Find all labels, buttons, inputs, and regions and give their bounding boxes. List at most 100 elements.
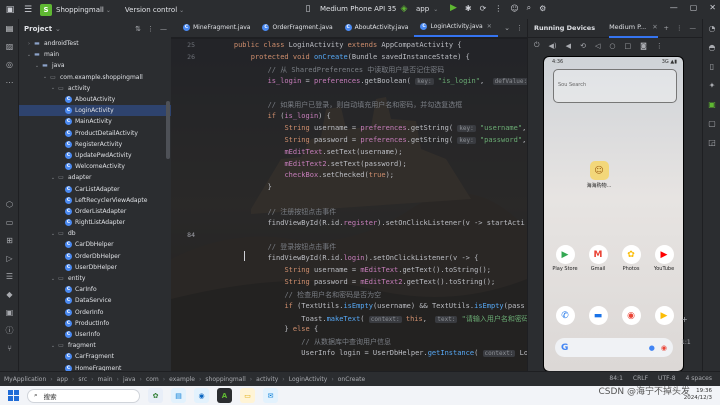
tree-item[interactable]: C DataService [19,295,171,306]
breadcrumb-item[interactable]: app [57,376,68,383]
microphone-icon[interactable]: ● [649,344,655,352]
project-name[interactable]: Shoppingmall ⌄ [56,6,111,14]
home-icon[interactable]: ○ [609,42,615,50]
tree-item[interactable]: C OrderListAdapter [19,206,171,217]
project-scrollbar[interactable] [166,101,170,159]
power-icon[interactable]: ⏻ [534,41,540,50]
logcat-icon[interactable]: ☰ [0,267,19,285]
overview-icon[interactable]: □ [624,42,631,50]
project-view-icon[interactable]: ▤ [0,19,19,37]
tree-item[interactable]: C CarListAdapter [19,183,171,194]
tree-item[interactable]: ⌄ ▭ com.example.shoppingmall [19,72,171,83]
app-messages[interactable]: ▬ [581,306,615,325]
taskbar-app-mail[interactable]: ✉ [263,388,278,403]
phone-screen[interactable]: 4:36 3G ▲▮ Sou Search ☺ 海海购物... ▶ Play St… [544,57,683,371]
gemini-icon[interactable]: ✦ [703,76,720,95]
tree-item[interactable]: ⌄ ▭ entity [19,273,171,284]
breadcrumb-item[interactable]: example [169,376,195,383]
cursor-position[interactable]: 84:1 [609,375,622,382]
taskbar-app-android-studio[interactable]: A [217,388,232,403]
rotate-icon[interactable]: ⟲ [580,42,586,50]
debug-icon[interactable]: ✱ [465,4,472,13]
google-search-bar[interactable]: G ● ◉ [555,338,673,357]
tree-item[interactable]: C CarFragment [19,351,171,362]
main-menu-icon[interactable]: ☰ [22,4,34,16]
device-explorer-icon[interactable]: ▭ [0,213,19,231]
zoom-in-icon[interactable]: + [681,315,688,324]
app-phone[interactable]: ✆ [548,306,582,325]
running-devices-icon[interactable]: ▣ [703,95,720,114]
expand-arrow-icon[interactable]: ⌄ [49,276,57,282]
add-device-icon[interactable]: + [664,24,669,32]
indent-setting[interactable]: 4 spaces [686,375,712,382]
clock[interactable]: 19:36 2024/12/3 [684,388,712,402]
lens-icon[interactable]: ◉ [661,344,667,352]
taskbar-search[interactable]: ⌕ 搜索 [27,388,140,403]
device-mirroring-icon[interactable]: ◲ [703,133,720,152]
app-quality-icon[interactable]: ◆ [0,285,19,303]
emulator-phone[interactable]: 4:36 3G ▲▮ Sou Search ☺ 海海购物... ▶ Play St… [543,56,684,372]
panel-options-icon[interactable]: ⋮ [147,25,154,33]
tree-item[interactable]: ⌄ ▭ activity [19,83,171,94]
tree-item[interactable]: C UpdatePwdActivity [19,150,171,161]
emulator-icon[interactable]: ▢ [703,114,720,133]
tree-item[interactable]: C MainActivity [19,116,171,127]
expand-arrow-icon[interactable]: ⌄ [41,74,49,80]
tree-item[interactable]: › ▬ androidTest [19,38,171,49]
layout-inspector-icon[interactable]: ⊞ [0,231,19,249]
expand-arrow-icon[interactable]: ⌄ [49,343,57,349]
tree-item[interactable]: ⌄ ▭ adapter [19,172,171,183]
resource-manager-icon[interactable]: ▨ [0,37,19,55]
back-icon[interactable]: ◁ [595,42,600,50]
app-gmail[interactable]: M Gmail [581,245,615,272]
tree-item[interactable]: C ProductInfo [19,318,171,329]
breadcrumb-item[interactable]: main [98,376,113,383]
device-selector[interactable]: ▯ Medium Phone API 35 ⌄ [302,3,408,15]
panel-options-icon[interactable]: ⋮ [676,24,683,32]
settings-icon[interactable]: ⚙ [539,4,546,13]
app-play-store[interactable]: ▶ Play Store [548,245,582,272]
tree-item[interactable]: C OrderDbHelper [19,251,171,262]
close-icon[interactable]: ✕ [709,3,716,12]
device-manager-icon[interactable]: ▯ [703,57,720,76]
breadcrumb-item[interactable]: shoppingmall [205,376,245,383]
close-tab-icon[interactable]: ✕ [487,23,492,30]
tree-item[interactable]: C AboutActivity [19,94,171,105]
app-youtube[interactable]: ▶ YouTube [647,245,681,272]
breadcrumb-item[interactable]: onCreate [338,376,365,383]
expand-arrow-icon[interactable]: ⌄ [49,85,57,91]
tree-item[interactable]: C WelcomeActivity [19,161,171,172]
terminal-icon[interactable]: ▣ [0,303,19,321]
user-icon[interactable]: ☺ [510,4,518,13]
app-chrome[interactable]: ◉ [614,306,648,325]
tree-item[interactable]: C RightListAdapter [19,217,171,228]
breadcrumb-item[interactable]: MyApplication [4,376,46,383]
expand-arrow-icon[interactable]: › [25,41,33,47]
tree-item[interactable]: C OrderInfo [19,307,171,318]
search-icon[interactable]: ⌕ [527,3,531,13]
version-control-icon[interactable]: ⑂ [0,339,19,357]
line-separator[interactable]: CRLF [633,375,648,382]
tree-item[interactable]: C CarInfo [19,284,171,295]
build-variants-icon[interactable]: ⬡ [0,195,19,213]
tree-item[interactable]: ⌄ ▬ main [19,49,171,60]
taskbar-app-explorer[interactable]: ▭ [240,388,255,403]
expand-arrow-icon[interactable]: ⌄ [49,175,57,181]
taskbar-app-widgets[interactable]: ✿ [148,388,163,403]
hide-panel-icon[interactable]: — [690,24,697,32]
tab-device[interactable]: Medium P... ✕ [609,19,658,38]
gradle-icon[interactable]: ◓ [703,38,720,57]
breadcrumb-item[interactable]: java [123,376,136,383]
commit-icon[interactable]: ◎ [0,55,19,73]
project-badge[interactable]: S [40,3,52,16]
taskbar-app-edge[interactable]: ◉ [194,388,209,403]
version-control-menu[interactable]: Version control ⌄ [125,6,184,14]
file-encoding[interactable]: UTF-8 [658,375,676,382]
collapse-all-icon[interactable]: ⇅ [135,25,141,33]
maximize-icon[interactable]: ▢ [690,3,698,12]
screenshot-icon[interactable]: ◙ [640,42,647,50]
tree-item[interactable]: C ProductDetailActivity [19,128,171,139]
notifications-icon[interactable]: ◔ [703,19,720,38]
tab-minefragment-java[interactable]: C MineFragment.java [177,19,256,37]
more-tools-icon[interactable]: ⋯ [0,73,19,91]
